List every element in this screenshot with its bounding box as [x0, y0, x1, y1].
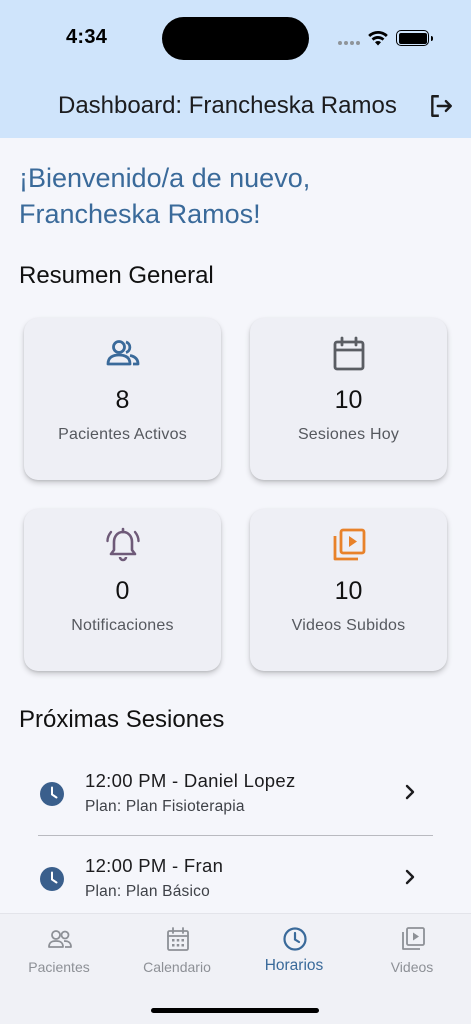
sessions-title: Próximas Sesiones — [19, 706, 225, 733]
battery-icon — [396, 30, 433, 46]
video-library-icon — [333, 528, 366, 561]
nav-label: Calendario — [143, 959, 211, 975]
card-label: Pacientes Activos — [58, 426, 187, 443]
card-label: Notificaciones — [71, 617, 174, 634]
summary-title: Resumen General — [19, 262, 214, 289]
session-plan: Plan: Plan Básico — [85, 883, 210, 900]
nav-label: Pacientes — [28, 959, 90, 975]
card-patients[interactable]: 8 Pacientes Activos — [24, 318, 221, 480]
chevron-right-icon — [405, 869, 415, 885]
session-plan: Plan: Plan Fisioterapia — [85, 798, 245, 815]
card-value: 10 — [334, 386, 363, 414]
bell-icon — [106, 527, 140, 562]
wifi-icon — [368, 30, 388, 46]
page-title: Dashboard: Francheska Ramos — [58, 92, 397, 119]
status-bar: 4:34 — [0, 0, 471, 78]
people-icon — [48, 930, 72, 948]
card-sessions-today[interactable]: 10 Sesiones Hoy — [250, 318, 447, 480]
session-title: 12:00 PM - Fran — [85, 855, 224, 876]
video-library-icon — [402, 927, 425, 950]
chevron-right-icon — [405, 784, 415, 800]
nav-item-horarios[interactable]: Horarios — [235, 914, 353, 984]
session-title: 12:00 PM - Daniel Lopez — [85, 770, 296, 791]
card-label: Sesiones Hoy — [297, 426, 400, 443]
card-label: Videos Subidos — [291, 617, 406, 634]
app-bar: Dashboard: Francheska Ramos — [0, 78, 471, 138]
status-time: 4:34 — [66, 26, 108, 48]
nav-item-calendario[interactable]: Calendario — [118, 914, 236, 984]
signal-dots-icon — [338, 41, 360, 46]
session-item[interactable]: 12:00 PM - Daniel Lopez Plan: Plan Fisio… — [19, 760, 451, 834]
nav-label: Videos — [390, 959, 434, 975]
nav-item-pacientes[interactable]: Pacientes — [0, 914, 118, 984]
card-value: 8 — [115, 386, 130, 414]
welcome-message: ¡Bienvenido/a de nuevo, Francheska Ramos… — [19, 163, 311, 229]
clock-icon — [283, 927, 307, 951]
nav-label: Horarios — [264, 957, 324, 974]
card-value: 10 — [334, 577, 363, 605]
logout-icon[interactable] — [428, 93, 454, 119]
session-item[interactable]: 12:00 PM - Fran Plan: Plan Básico — [19, 845, 451, 919]
card-videos[interactable]: 10 Videos Subidos — [250, 509, 447, 671]
card-notifications[interactable]: 0 Notificaciones — [24, 509, 221, 671]
divider — [38, 835, 433, 836]
calendar-icon — [167, 927, 189, 951]
home-indicator — [151, 1008, 319, 1013]
card-value: 0 — [115, 577, 130, 605]
clock-icon — [40, 867, 64, 891]
calendar-icon — [333, 336, 365, 371]
dynamic-island — [162, 17, 309, 60]
people-icon — [106, 340, 140, 366]
clock-icon — [40, 782, 64, 806]
nav-item-videos[interactable]: Videos — [353, 914, 471, 984]
